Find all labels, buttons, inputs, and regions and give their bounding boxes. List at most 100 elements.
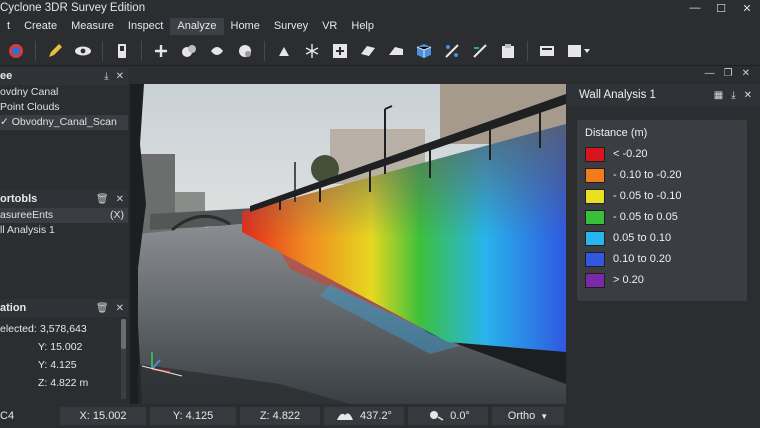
add-point-icon[interactable]	[150, 40, 172, 62]
pencil-icon[interactable]	[44, 40, 66, 62]
trash-icon[interactable]: 🗑	[96, 303, 109, 314]
menu-item-analyze[interactable]: Analyze	[170, 18, 224, 35]
reports-panel: ortobls 🗑 ✕ asureeEnts (X) ll Analysis 1	[0, 190, 128, 296]
chevron-down-icon: ▼	[540, 411, 549, 421]
legend-label: < -0.20	[613, 148, 648, 160]
trash-icon[interactable]: 🗑	[96, 194, 109, 205]
grid-icon[interactable]: ▦	[714, 90, 723, 101]
maximize-button[interactable]: ☐	[714, 1, 728, 15]
status-angle2: 0.0°	[408, 407, 488, 425]
wall-analysis-panel: — ❐ ✕ Wall Analysis 1 ▦ ⤓ ✕ Distance (m)…	[567, 68, 760, 404]
tree-item-point-clouds[interactable]: Point Clouds	[0, 100, 128, 115]
menu-item-inspect[interactable]: Inspect	[121, 18, 170, 35]
layer-icon[interactable]	[536, 40, 558, 62]
tree-panel-title: ee	[0, 70, 13, 82]
status-c4: C4	[0, 407, 56, 425]
toolbar-separator	[102, 40, 103, 61]
legend-label: - 0.05 to -0.10	[613, 190, 682, 202]
tree-panel: ee ⤓ ✕ ovdny Canal Point Clouds ✓ Obvodn…	[0, 67, 128, 187]
menu-item-measure[interactable]: Measure	[64, 18, 121, 35]
pin-icon[interactable]: ⤓	[104, 71, 108, 82]
coord-y2: Y: 4.125	[38, 359, 77, 371]
3d-viewport[interactable]	[130, 84, 566, 404]
close-icon[interactable]: ✕	[116, 194, 124, 205]
coord-z: Z: 4.822 m	[38, 377, 89, 389]
close-icon[interactable]: ✕	[744, 90, 752, 101]
wall-panel-title: Wall Analysis 1	[579, 89, 656, 101]
legend-item: 0.05 to 0.10	[585, 230, 671, 246]
panel-window-controls: — ❐ ✕	[567, 68, 760, 82]
menu-item-help[interactable]: Help	[344, 18, 381, 35]
mesh-icon[interactable]	[234, 40, 256, 62]
close-icon[interactable]: ✕	[116, 71, 124, 82]
menu-item-t[interactable]: t	[0, 18, 17, 35]
shape-icon[interactable]	[206, 40, 228, 62]
status-bar: C4 X: 15.002 Y: 4.125 Z: 4.822 437.2° 0.…	[0, 404, 760, 428]
app-title: Cyclone 3DR Survey Edition	[0, 2, 146, 14]
terrain-icon	[336, 409, 354, 424]
cube-icon[interactable]	[413, 40, 435, 62]
axis-icon[interactable]	[301, 40, 323, 62]
tree-item-scan[interactable]: ✓ Obvodny_Canal_Scan	[0, 115, 128, 130]
tree-panel-header: ee ⤓ ✕	[0, 67, 128, 85]
add-box-icon[interactable]	[329, 40, 351, 62]
menu-item-home[interactable]: Home	[224, 18, 267, 35]
clipboard-icon[interactable]	[497, 40, 519, 62]
info-panel-header: ation 🗑 ✕	[0, 299, 128, 317]
surface-icon[interactable]	[385, 40, 407, 62]
projection-label: Ortho	[507, 410, 536, 422]
scale-icon[interactable]	[441, 40, 463, 62]
canal-scene-image	[130, 84, 566, 404]
menu-item-survey[interactable]: Survey	[267, 18, 315, 35]
selected-label: elected:	[0, 323, 37, 335]
projection-dropdown[interactable]: Ortho ▼	[492, 407, 564, 425]
panel-close-button[interactable]: ✕	[742, 68, 750, 82]
legend-label: 0.10 to 0.20	[613, 253, 672, 265]
cloud-merge-icon[interactable]	[178, 40, 200, 62]
legend-label: 0.05 to 0.10	[613, 232, 672, 244]
menu-bar: t Create Measure Inspect Analyze Home Su…	[0, 18, 760, 35]
globe-icon[interactable]	[5, 40, 27, 62]
reports-item-wall-analysis[interactable]: ll Analysis 1	[0, 223, 128, 238]
pin-icon[interactable]: ⤓	[731, 90, 735, 101]
legend-item: - 0.05 to -0.10	[585, 188, 682, 204]
panel-minimize-button[interactable]: —	[705, 68, 715, 82]
plane-icon[interactable]	[357, 40, 379, 62]
window-controls: — ☐ ✕	[688, 1, 754, 15]
legend-label: > 0.20	[613, 274, 644, 286]
title-bar: Cyclone 3DR Survey Edition — ☐ ✕	[0, 0, 760, 18]
minimize-button[interactable]: —	[688, 1, 702, 15]
coord-y1: Y: 15.002	[38, 341, 83, 353]
render-icon[interactable]	[564, 40, 594, 62]
legend-swatch	[585, 146, 605, 162]
reports-item-label: asureeEnts	[0, 209, 54, 221]
close-button[interactable]: ✕	[740, 1, 754, 15]
scrollbar[interactable]	[121, 319, 126, 399]
info-body: elected: 3,578,643 Y: 15.002 Y: 4.125 Z:…	[0, 317, 128, 403]
tree-item-canal[interactable]: ovdny Canal	[0, 85, 128, 100]
legend-label: - 0.05 to 0.05	[613, 211, 678, 223]
info-panel: ation 🗑 ✕ elected: 3,578,643 Y: 15.002 Y…	[0, 299, 128, 404]
menu-item-create[interactable]: Create	[17, 18, 64, 35]
legend-item: - 0.05 to 0.05	[585, 209, 678, 225]
legend-swatch	[585, 251, 605, 267]
menu-item-vr[interactable]: VR	[315, 18, 344, 35]
legend-item: < -0.20	[585, 146, 648, 162]
status-angle1: 437.2°	[324, 407, 404, 425]
wall-panel-header: Wall Analysis 1 ▦ ⤓ ✕	[567, 84, 760, 106]
panel-restore-button[interactable]: ❐	[724, 68, 733, 82]
close-icon[interactable]: ✕	[116, 303, 124, 314]
measure-icon[interactable]	[469, 40, 491, 62]
eye-icon[interactable]	[72, 40, 94, 62]
brush-icon[interactable]	[273, 40, 295, 62]
selected-value: 3,578,643	[40, 323, 87, 335]
toolbar-separator	[527, 40, 528, 61]
toolbar-separator	[264, 40, 265, 61]
angle1-value: 437.2°	[360, 410, 392, 422]
reports-item-measurements[interactable]: asureeEnts (X)	[0, 208, 128, 223]
reports-item-badge: (X)	[110, 209, 124, 221]
device-icon[interactable]	[111, 40, 133, 62]
legend-item: - 0.10 to -0.20	[585, 167, 682, 183]
legend-label: - 0.10 to -0.20	[613, 169, 682, 181]
info-panel-title: ation	[0, 302, 27, 314]
